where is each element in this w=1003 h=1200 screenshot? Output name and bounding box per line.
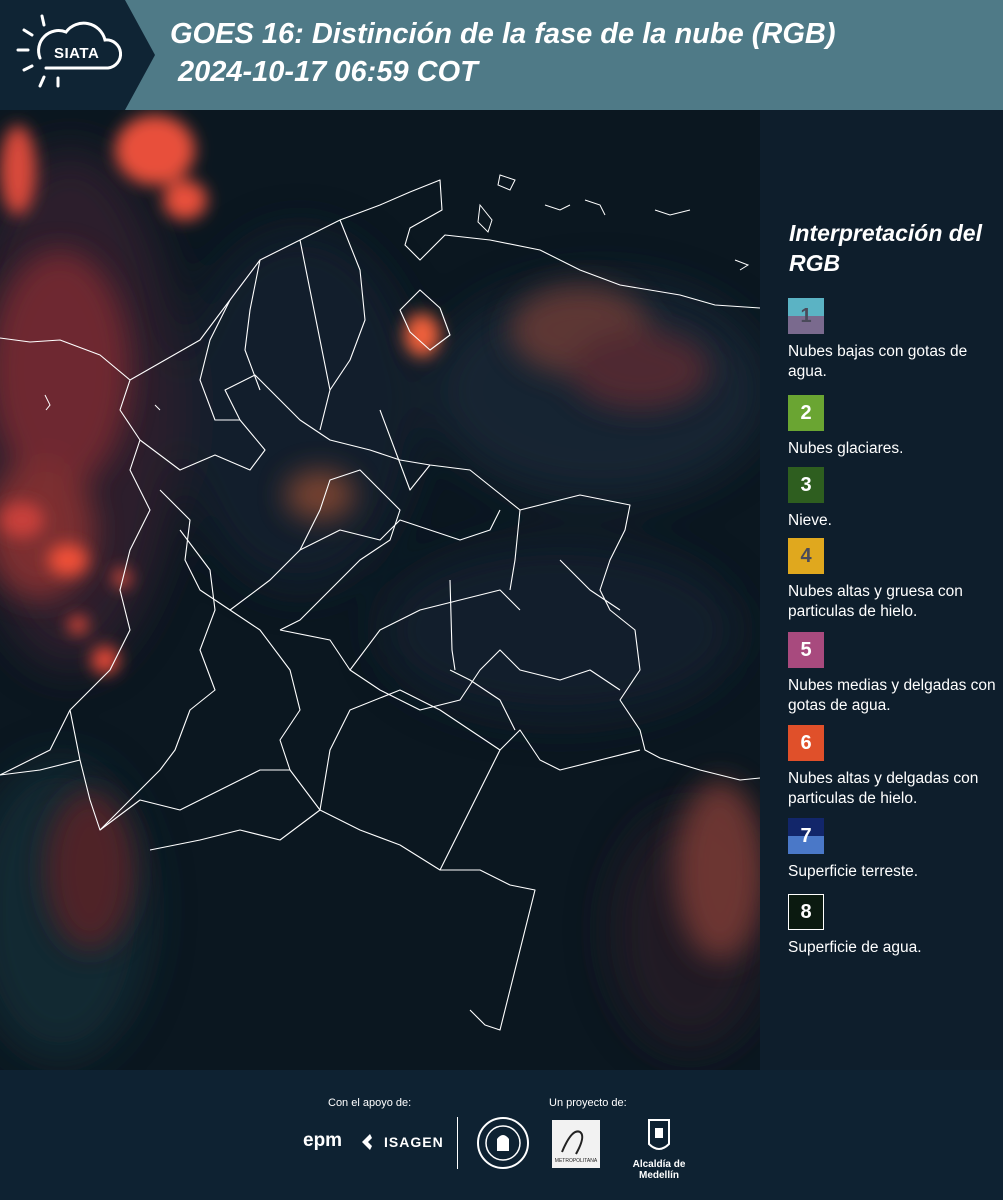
legend-item-4: 4 Nubes altas y gruesa con particulas de… — [788, 538, 998, 622]
legend-number-6: 6 — [800, 731, 812, 754]
legend-swatch-6: 6 — [788, 725, 824, 761]
siata-logo: SIATA — [0, 0, 155, 110]
legend-label-4: Nubes altas y gruesa con particulas de h… — [788, 583, 963, 620]
legend-item-6: 6 Nubes altas y delgadas con particulas … — [788, 725, 998, 809]
isagen-logo — [362, 1134, 372, 1150]
legend-swatch-5: 5 — [788, 632, 824, 668]
legend-item-2: 2 Nubes glaciares. — [788, 395, 998, 459]
legend-swatch-2: 2 — [788, 395, 824, 431]
support-label: Con el apoyo de: — [328, 1097, 412, 1109]
alcaldia-logo: Alcaldía de Medellín — [614, 1118, 704, 1181]
legend-swatch-4: 4 — [788, 538, 824, 574]
legend-label-3: Nieve. — [788, 512, 832, 529]
medellin-seal-icon — [477, 1117, 529, 1169]
legend-number-2: 2 — [800, 401, 812, 424]
legend-label-8: Superficie de agua. — [788, 939, 922, 956]
legend-label-7: Superficie terreste. — [788, 863, 919, 880]
legend-item-7: 7 Superficie terreste. — [788, 818, 998, 882]
legend-number-1: 1 — [800, 304, 812, 327]
legend-swatch-7: 7 — [788, 818, 824, 854]
header-bar: SIATA GOES 16: Distinción de la fase de … — [0, 0, 1003, 110]
project-label: Un proyecto de: — [549, 1097, 627, 1109]
alcaldia-text: Alcaldía de Medellín — [632, 1159, 686, 1181]
legend-number-8: 8 — [800, 900, 812, 923]
isagen-text: ISAGEN — [384, 1134, 444, 1150]
legend-swatch-8: 8 — [788, 894, 824, 930]
legend-item-5: 5 Nubes medias y delgadas con gotas de a… — [788, 632, 998, 716]
legend-title: Interpretación del RGB — [789, 220, 982, 276]
legend-swatch-3: 3 — [788, 467, 824, 503]
legend-label-2: Nubes glaciares. — [788, 440, 904, 457]
area-label: METROPOLITANA — [555, 1158, 598, 1164]
legend-label-1: Nubes bajas con gotas de agua. — [788, 343, 968, 380]
area-metropolitana-logo: METROPOLITANA — [552, 1120, 600, 1168]
legend-item-1: 1 Nubes bajas con gotas de agua. — [788, 298, 998, 382]
page-timestamp: 2024-10-17 06:59 COT — [178, 56, 478, 88]
legend-label-6: Nubes altas y delgadas con particulas de… — [788, 770, 979, 807]
legend-number-4: 4 — [800, 544, 812, 567]
satellite-map — [0, 110, 760, 1070]
legend-item-3: 3 Nieve. — [788, 467, 998, 531]
page-title: GOES 16: Distinción de la fase de la nub… — [170, 18, 836, 50]
legend-label-5: Nubes medias y delgadas con gotas de agu… — [788, 677, 996, 714]
legend-number-7: 7 — [800, 824, 812, 847]
legend-swatch-1: 1 — [788, 298, 824, 334]
legend-panel: Interpretación del RGB 1 Nubes bajas con… — [760, 110, 1003, 1070]
footer-divider — [457, 1117, 458, 1169]
footer-bar: Con el apoyo de: Un proyecto de: epm ISA… — [0, 1070, 1003, 1200]
map-canvas — [0, 110, 760, 1070]
legend-number-3: 3 — [800, 473, 812, 496]
legend-item-8: 8 Superficie de agua. — [788, 894, 998, 958]
alcaldia-shield-icon — [648, 1119, 670, 1150]
epm-logo: epm — [303, 1130, 343, 1151]
siata-logo-text: SIATA — [54, 45, 100, 62]
legend-number-5: 5 — [800, 638, 812, 661]
